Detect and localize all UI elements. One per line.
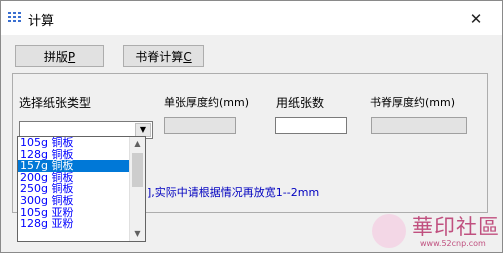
- sheet-count-label: 用纸张数: [276, 96, 325, 110]
- spine-thickness-label: 书脊厚度约(mm): [370, 96, 456, 109]
- watermark-url: www.52cnp.com: [420, 239, 486, 248]
- dropdown-scrollbar[interactable]: ▲ ▼: [129, 137, 145, 241]
- scroll-down-icon[interactable]: ▼: [130, 227, 145, 241]
- dropdown-option[interactable]: 157g 铜板: [18, 160, 130, 172]
- scroll-up-icon[interactable]: ▲: [130, 137, 145, 151]
- spine-thickness-field: [371, 117, 467, 134]
- chevron-down-icon[interactable]: ▼: [135, 123, 151, 137]
- paper-type-dropdown[interactable]: 105g 铜板 128g 铜板 157g 铜板 200g 铜板 250g 铜板 300g …: [17, 136, 146, 242]
- dropdown-option[interactable]: 250g 铜板: [18, 183, 130, 195]
- spine-calc-button[interactable]: 书脊计算C: [123, 45, 204, 67]
- dropdown-option[interactable]: 128g 铜板: [18, 149, 130, 161]
- typeset-button[interactable]: 拼版P: [15, 45, 104, 67]
- app-icon: [7, 11, 23, 25]
- spine-calc-hotkey: C: [183, 50, 192, 64]
- spine-calc-button-label: 书脊计算: [135, 50, 184, 64]
- dropdown-option[interactable]: 128g 亚粉: [18, 218, 130, 230]
- watermark-text: 華印社區: [412, 215, 500, 239]
- scroll-thumb[interactable]: [132, 153, 143, 187]
- typeset-button-label: 拼版: [43, 50, 68, 64]
- title-bar: 计算 ✕: [1, 1, 502, 35]
- watermark-logo-icon: [372, 214, 406, 248]
- sheet-count-field[interactable]: [275, 117, 347, 134]
- paper-type-label: 选择纸张类型: [19, 96, 92, 110]
- typeset-hotkey: P: [67, 50, 76, 64]
- dropdown-option[interactable]: 105g 铜板: [18, 137, 130, 149]
- dropdown-option[interactable]: 200g 铜板: [18, 172, 130, 184]
- sheet-thickness-label: 单张厚度约(mm): [164, 96, 250, 109]
- paper-type-list: 105g 铜板 128g 铜板 157g 铜板 200g 铜板 250g 铜板 300g …: [18, 137, 130, 230]
- dropdown-option[interactable]: 105g 亚粉: [18, 207, 130, 219]
- close-icon[interactable]: ✕: [463, 9, 489, 29]
- dropdown-option[interactable]: 300g 铜板: [18, 195, 130, 207]
- sheet-thickness-field: [164, 117, 236, 134]
- window-title: 计算: [28, 14, 55, 29]
- watermark: 華印社區 www.52cnp.com: [372, 212, 502, 252]
- tolerance-note: ],实际中请根据情况再放宽1--2mm: [147, 186, 320, 199]
